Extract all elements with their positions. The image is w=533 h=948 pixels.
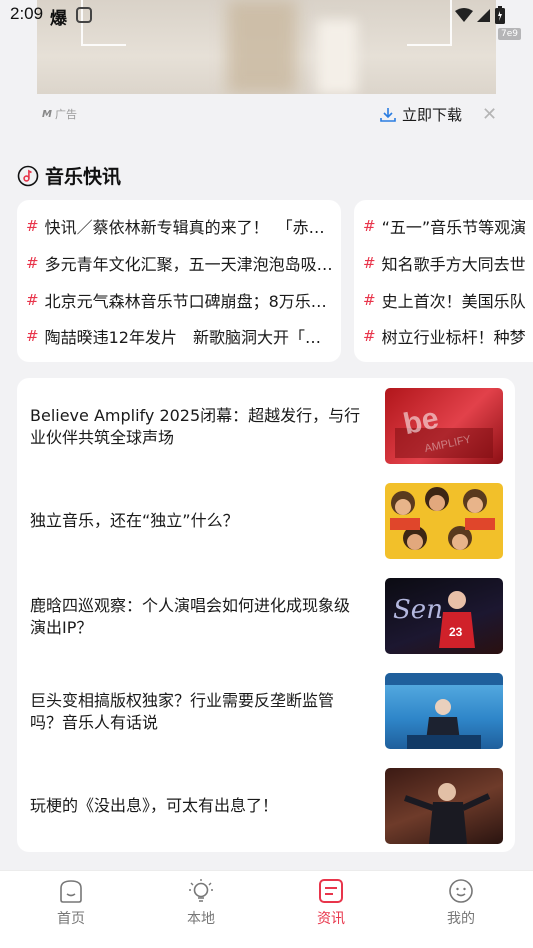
hash-icon: # bbox=[26, 291, 39, 309]
music-flash-header: 音乐快讯 bbox=[17, 162, 121, 189]
hash-icon: # bbox=[26, 217, 39, 235]
news-title: 巨头变相搞版权独家？行业需要反垄断监管吗？音乐人有话说 bbox=[30, 691, 335, 732]
news-title: 玩梗的《没出息》，可太有出息了！ bbox=[30, 796, 279, 815]
news-thumbnail bbox=[385, 673, 503, 749]
ad-label-text: 广告 bbox=[54, 108, 77, 121]
hash-icon: # bbox=[363, 217, 376, 235]
hash-icon: # bbox=[363, 254, 376, 272]
flash-item-text: 快讯／蔡依林新专辑真的来了！ 「赤… bbox=[44, 218, 325, 237]
download-button[interactable]: 立即下载 bbox=[380, 104, 462, 125]
flash-item-text: 北京元气森林音乐节口碑崩盘；8万乐… bbox=[44, 292, 327, 311]
tab-label: 资讯 bbox=[317, 911, 345, 927]
tab-label: 本地 bbox=[187, 911, 215, 927]
ad-logo-icon: M bbox=[42, 108, 52, 120]
tab-news[interactable]: 资讯 bbox=[286, 871, 376, 941]
news-item[interactable]: 巨头变相搞版权独家？行业需要反垄断监管吗？音乐人有话说 bbox=[17, 673, 515, 753]
news-thumbnail: be AMPLIFY bbox=[385, 388, 503, 464]
status-time: 2:09 bbox=[10, 4, 44, 23]
download-label: 立即下载 bbox=[402, 106, 463, 124]
flash-item[interactable]: # 陶喆暌违12年发片 新歌脑洞大开「… bbox=[26, 325, 336, 347]
download-icon bbox=[380, 107, 396, 122]
notification-sync-icon bbox=[76, 7, 92, 23]
signal-icon bbox=[477, 9, 490, 22]
battery-icon bbox=[495, 6, 505, 24]
news-thumbnail bbox=[385, 483, 503, 559]
ad-label: M 广告 bbox=[42, 106, 77, 122]
flash-card[interactable]: # “五一”音乐节等观演 # 知名歌手方大同去世 # 史上首次！美国乐队 # 树… bbox=[354, 200, 533, 362]
flash-item[interactable]: # 史上首次！美国乐队 bbox=[363, 289, 533, 311]
svg-text:Sen: Sen bbox=[393, 595, 443, 625]
flash-item[interactable]: # “五一”音乐节等观演 bbox=[363, 215, 533, 237]
flash-item-text: 树立行业标杆！种梦 bbox=[381, 328, 526, 347]
tab-home[interactable]: 首页 bbox=[26, 871, 116, 941]
ad-action-row: M 广告 立即下载 ✕ bbox=[0, 100, 533, 130]
flash-item[interactable]: # 快讯／蔡依林新专辑真的来了！ 「赤… bbox=[26, 215, 336, 237]
notification-app-icon: 爆 bbox=[50, 9, 67, 29]
news-item[interactable]: 鹿晗四巡观察：个人演唱会如何进化成现象级演出IP？ Sen 23 bbox=[17, 578, 515, 658]
status-indicators bbox=[455, 6, 505, 24]
section-title: 音乐快讯 bbox=[45, 166, 122, 188]
flash-item-text: 史上首次！美国乐队 bbox=[381, 292, 526, 311]
news-icon bbox=[319, 879, 343, 903]
news-thumbnail: Sen 23 bbox=[385, 578, 503, 654]
hash-icon: # bbox=[363, 291, 376, 309]
flash-item-text: 陶喆暌违12年发片 新歌脑洞大开「… bbox=[44, 328, 321, 347]
music-note-icon bbox=[17, 165, 39, 186]
news-title: Believe Amplify 2025闭幕：超越发行，与行业伙伴共筑全球声场 bbox=[30, 406, 361, 447]
hash-icon: # bbox=[363, 327, 376, 345]
news-list: Believe Amplify 2025闭幕：超越发行，与行业伙伴共筑全球声场 … bbox=[17, 378, 515, 852]
news-thumbnail bbox=[385, 768, 503, 844]
home-icon bbox=[60, 880, 82, 903]
flash-item[interactable]: # 知名歌手方大同去世 bbox=[363, 252, 533, 274]
news-item[interactable]: Believe Amplify 2025闭幕：超越发行，与行业伙伴共筑全球声场 … bbox=[17, 388, 515, 468]
news-item[interactable]: 独立音乐，还在“独立”什么？ bbox=[17, 483, 515, 563]
bottom-nav: 首页 本地 资讯 我的 bbox=[0, 870, 533, 948]
svg-text:23: 23 bbox=[449, 625, 463, 639]
close-icon[interactable]: ✕ bbox=[482, 104, 497, 125]
news-title: 鹿晗四巡观察：个人演唱会如何进化成现象级演出IP？ bbox=[30, 596, 351, 637]
status-bar: 2:09 爆 bbox=[0, 0, 533, 30]
profile-icon bbox=[449, 879, 473, 903]
flash-item-text: 知名歌手方大同去世 bbox=[381, 255, 526, 274]
news-title: 独立音乐，还在“独立”什么？ bbox=[30, 511, 239, 530]
flash-item-text: “五一”音乐节等观演 bbox=[381, 218, 527, 237]
tab-label: 我的 bbox=[447, 911, 475, 927]
flash-item[interactable]: # 多元青年文化汇聚，五一天津泡泡岛吸… bbox=[26, 252, 336, 274]
wifi-icon bbox=[455, 8, 473, 22]
flash-card[interactable]: # 快讯／蔡依林新专辑真的来了！ 「赤… # 多元青年文化汇聚，五一天津泡泡岛吸… bbox=[17, 200, 341, 362]
hash-icon: # bbox=[26, 327, 39, 345]
flash-item-text: 多元青年文化汇聚，五一天津泡泡岛吸… bbox=[44, 255, 333, 274]
news-item[interactable]: 玩梗的《没出息》，可太有出息了！ bbox=[17, 768, 515, 848]
tab-profile[interactable]: 我的 bbox=[416, 871, 506, 941]
lightbulb-icon bbox=[189, 879, 213, 902]
flash-item[interactable]: # 北京元气森林音乐节口碑崩盘；8万乐… bbox=[26, 289, 336, 311]
tab-label: 首页 bbox=[57, 911, 85, 927]
flash-item[interactable]: # 树立行业标杆！种梦 bbox=[363, 325, 533, 347]
hash-icon: # bbox=[26, 254, 39, 272]
tab-local[interactable]: 本地 bbox=[156, 871, 246, 941]
